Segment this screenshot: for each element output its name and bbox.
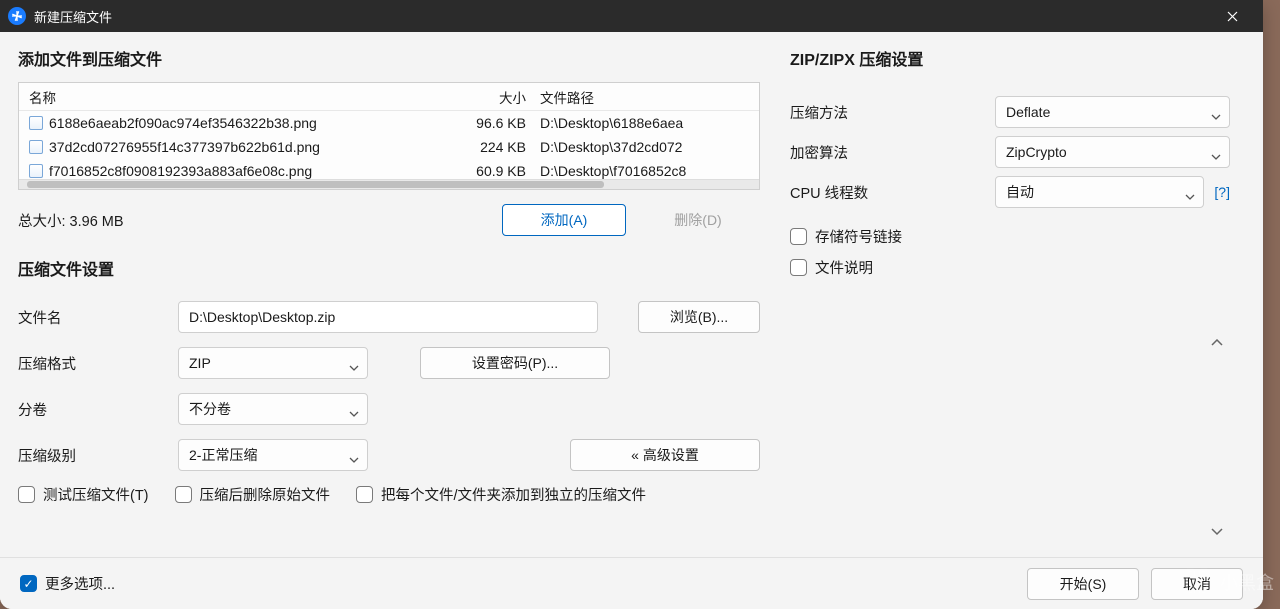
checkbox-icon	[790, 259, 807, 276]
archive-settings-title: 压缩文件设置	[18, 256, 760, 280]
checkbox-icon	[175, 486, 192, 503]
file-name: 6188e6aeab2f090ac974ef3546322b38.png	[49, 115, 317, 131]
delete-button[interactable]: 删除(D)	[636, 204, 760, 236]
separate-archives-checkbox[interactable]: 把每个文件/文件夹添加到独立的压缩文件	[356, 484, 646, 505]
add-files-title: 添加文件到压缩文件	[18, 46, 760, 70]
chevron-down-icon	[1211, 528, 1223, 536]
checkbox-icon	[790, 228, 807, 245]
delete-after-label: 压缩后删除原始文件	[200, 484, 331, 505]
total-size-label: 总大小: 3.96 MB	[18, 210, 308, 231]
col-header-path[interactable]: 文件路径	[536, 87, 755, 107]
chevron-down-icon	[349, 358, 359, 368]
dialog-body: 添加文件到压缩文件 名称 大小 文件路径 6188e6aeab2f090ac97…	[0, 32, 1263, 609]
app-icon	[8, 7, 26, 25]
cpu-threads-value: 自动	[1006, 182, 1034, 202]
encryption-select[interactable]: ZipCrypto	[995, 136, 1230, 168]
split-select[interactable]: 不分卷	[178, 393, 368, 425]
compression-method-label: 压缩方法	[790, 102, 995, 123]
file-icon	[29, 140, 43, 154]
cancel-button[interactable]: 取消	[1151, 568, 1243, 600]
level-value: 2-正常压缩	[189, 445, 257, 465]
close-icon	[1227, 11, 1238, 22]
store-symlinks-checkbox[interactable]: 存储符号链接	[790, 226, 1230, 247]
compression-method-value: Deflate	[1006, 104, 1050, 120]
help-link[interactable]: [?]	[1214, 184, 1230, 200]
file-name: f7016852c8f0908192393a883af6e08c.png	[49, 163, 312, 179]
file-name: 37d2cd07276955f14c377397b622b61d.png	[49, 139, 320, 155]
col-header-size[interactable]: 大小	[458, 87, 536, 107]
test-archive-checkbox[interactable]: 测试压缩文件(T)	[18, 484, 149, 505]
horizontal-scrollbar[interactable]	[19, 179, 759, 189]
separate-archives-label: 把每个文件/文件夹添加到独立的压缩文件	[381, 484, 646, 505]
file-comment-label: 文件说明	[815, 257, 873, 278]
footer: 更多选项... 开始(S) 取消	[0, 557, 1263, 609]
close-button[interactable]	[1209, 0, 1255, 32]
filename-input[interactable]: D:\Desktop\Desktop.zip	[178, 301, 598, 333]
encryption-label: 加密算法	[790, 142, 995, 163]
split-label: 分卷	[18, 399, 158, 420]
titlebar[interactable]: 新建压缩文件	[0, 0, 1263, 32]
add-button[interactable]: 添加(A)	[502, 204, 626, 236]
store-symlinks-label: 存储符号链接	[815, 226, 902, 247]
level-label: 压缩级别	[18, 445, 158, 466]
chevron-up-icon	[1211, 339, 1223, 347]
test-archive-label: 测试压缩文件(T)	[43, 484, 149, 505]
col-header-name[interactable]: 名称	[23, 87, 458, 107]
dialog-window: 新建压缩文件 添加文件到压缩文件 名称 大小 文件路径 6188e6aeab2f…	[0, 0, 1263, 609]
advanced-settings-label: « 高级设置	[631, 445, 699, 465]
file-size: 224 KB	[458, 139, 536, 155]
zip-settings-title: ZIP/ZIPX 压缩设置	[790, 46, 1230, 70]
file-path: D:\Desktop\6188e6aea	[536, 115, 755, 131]
encryption-value: ZipCrypto	[1006, 144, 1067, 160]
chevron-down-icon	[1211, 147, 1221, 157]
split-value: 不分卷	[189, 399, 231, 419]
file-list: 名称 大小 文件路径 6188e6aeab2f090ac974ef3546322…	[18, 82, 760, 190]
delete-after-checkbox[interactable]: 压缩后删除原始文件	[175, 484, 331, 505]
file-size: 60.9 KB	[458, 163, 536, 179]
checkbox-icon	[356, 486, 373, 503]
file-row[interactable]: 6188e6aeab2f090ac974ef3546322b38.png 96.…	[19, 111, 759, 135]
filename-label: 文件名	[18, 307, 158, 328]
file-row[interactable]: 37d2cd07276955f14c377397b622b61d.png 224…	[19, 135, 759, 159]
left-column: 添加文件到压缩文件 名称 大小 文件路径 6188e6aeab2f090ac97…	[18, 46, 760, 557]
set-password-button[interactable]: 设置密码(P)...	[420, 347, 610, 379]
level-select[interactable]: 2-正常压缩	[178, 439, 368, 471]
chevron-down-icon	[1211, 107, 1221, 117]
file-list-header: 名称 大小 文件路径	[19, 83, 759, 111]
chevron-down-icon	[349, 450, 359, 460]
chevron-down-icon	[349, 404, 359, 414]
more-options-label: 更多选项...	[45, 573, 115, 594]
more-options-checkbox[interactable]: 更多选项...	[20, 573, 115, 594]
chevron-down-icon	[1185, 187, 1195, 197]
scroll-down-button[interactable]	[1204, 521, 1230, 543]
file-comment-checkbox[interactable]: 文件说明	[790, 257, 1230, 278]
checkbox-checked-icon	[20, 575, 37, 592]
file-size: 96.6 KB	[458, 115, 536, 131]
window-title: 新建压缩文件	[34, 7, 1209, 26]
file-icon	[29, 116, 43, 130]
checkbox-icon	[18, 486, 35, 503]
format-label: 压缩格式	[18, 353, 158, 374]
file-icon	[29, 164, 43, 178]
right-column: ZIP/ZIPX 压缩设置 压缩方法 Deflate 加密算法 ZipCrypt…	[790, 46, 1230, 557]
scroll-up-button[interactable]	[1204, 332, 1230, 354]
browse-button[interactable]: 浏览(B)...	[638, 301, 760, 333]
advanced-settings-button[interactable]: « 高级设置	[570, 439, 760, 471]
format-value: ZIP	[189, 355, 211, 371]
file-path: D:\Desktop\37d2cd072	[536, 139, 755, 155]
file-path: D:\Desktop\f7016852c8	[536, 163, 755, 179]
format-select[interactable]: ZIP	[178, 347, 368, 379]
file-row[interactable]: f7016852c8f0908192393a883af6e08c.png 60.…	[19, 159, 759, 179]
compression-method-select[interactable]: Deflate	[995, 96, 1230, 128]
cpu-threads-label: CPU 线程数	[790, 182, 995, 203]
cpu-threads-select[interactable]: 自动	[995, 176, 1204, 208]
start-button[interactable]: 开始(S)	[1027, 568, 1139, 600]
